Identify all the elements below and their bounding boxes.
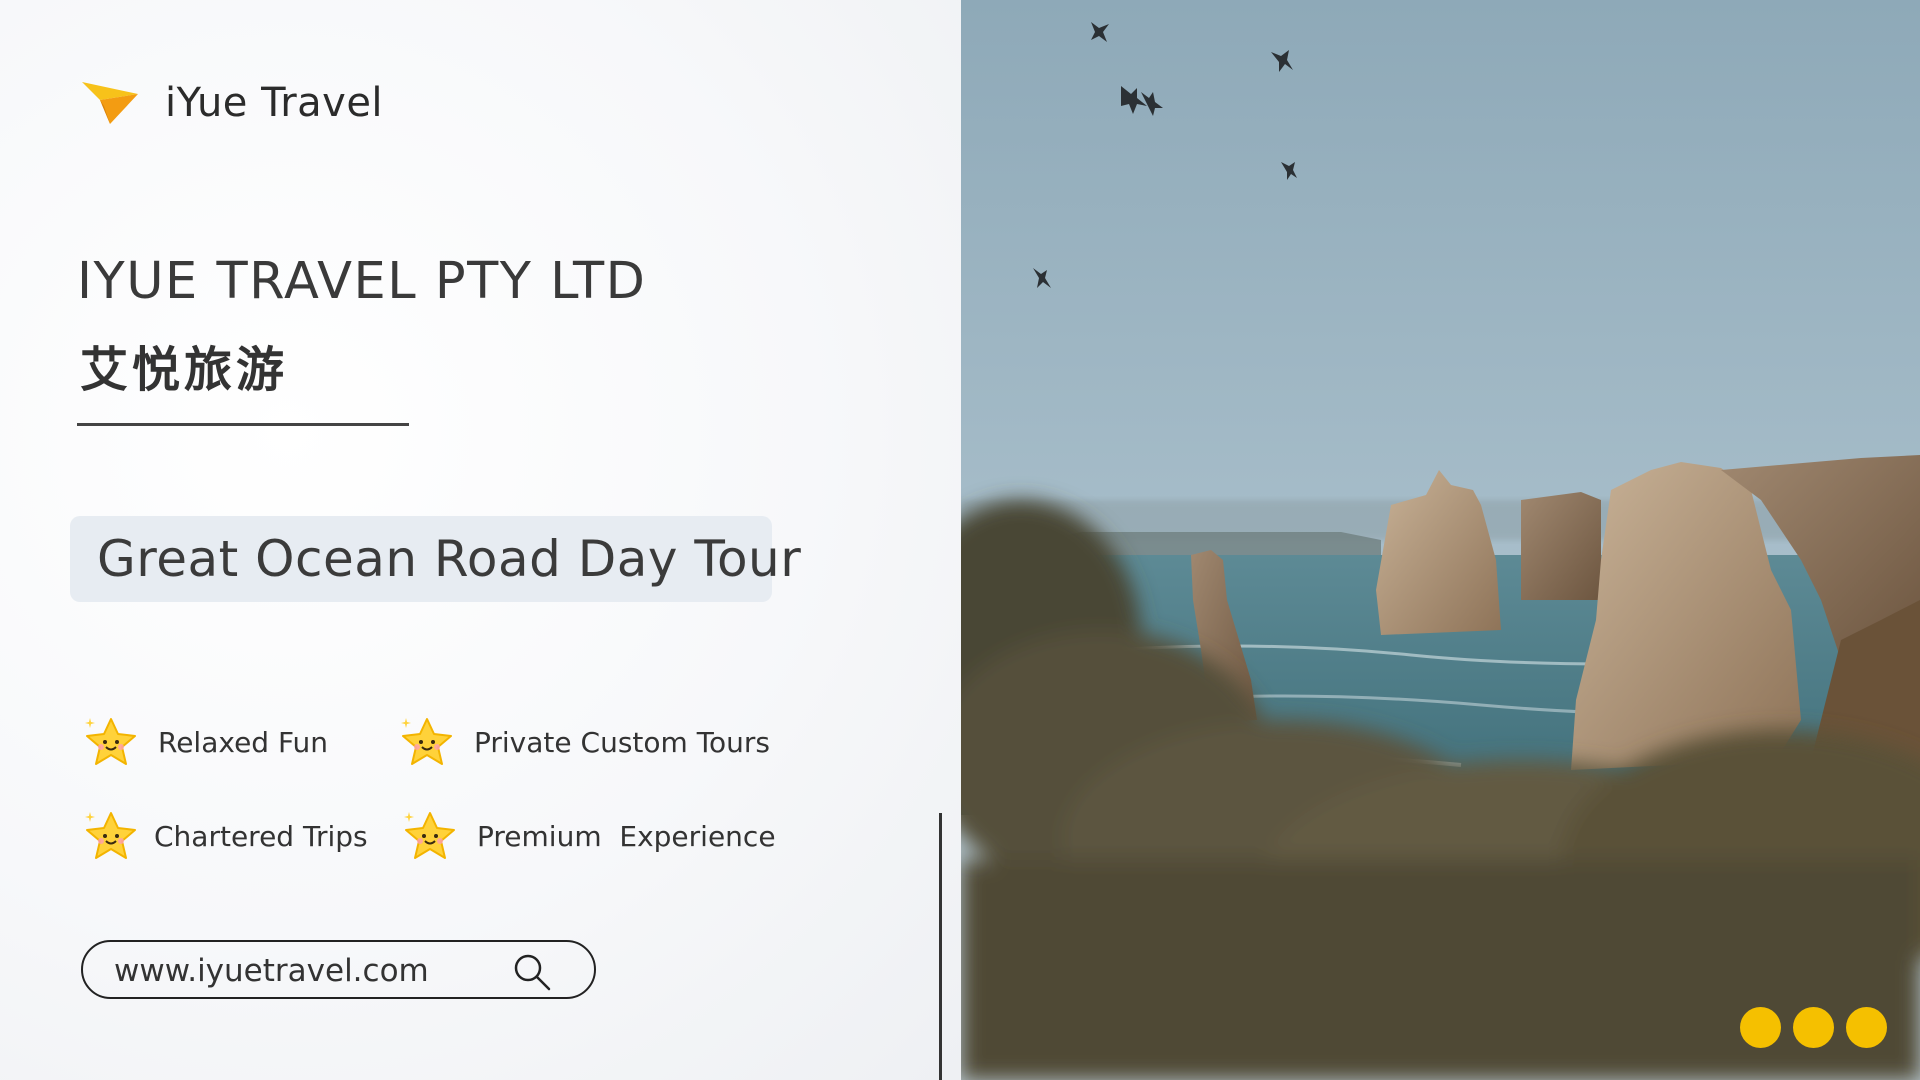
feature-chartered-trips: Chartered Trips <box>82 808 368 864</box>
paper-plane-icon <box>82 82 138 124</box>
carousel-dot[interactable] <box>1846 1007 1887 1048</box>
brand-logo[interactable]: iYue Travel <box>80 80 383 126</box>
feature-label: Relaxed Fun <box>158 725 329 759</box>
decorative-vertical-line <box>939 813 942 1080</box>
left-panel: iYue Travel IYUE TRAVEL PTY LTD 艾悦旅游 Gre… <box>0 0 961 1080</box>
tour-title: Great Ocean Road Day Tour <box>97 530 802 588</box>
smiling-star-icon <box>401 718 452 765</box>
feature-relaxed-fun: Relaxed Fun <box>82 714 328 770</box>
website-url-bar[interactable]: www.iyuetravel.com <box>81 940 596 999</box>
website-url[interactable]: www.iyuetravel.com <box>114 953 429 989</box>
tour-title-banner: Great Ocean Road Day Tour <box>70 516 801 602</box>
brand-name: iYue Travel <box>165 80 384 126</box>
company-name-en: IYUE TRAVEL PTY LTD <box>77 252 647 311</box>
feature-premium-experience: Premium Experience <box>401 808 776 864</box>
smiling-star-icon <box>404 812 455 859</box>
coastal-photo <box>961 0 1920 1080</box>
search-icon[interactable] <box>512 952 552 992</box>
feature-private-custom-tours: Private Custom Tours <box>398 714 770 770</box>
slide: iYue Travel IYUE TRAVEL PTY LTD 艾悦旅游 Gre… <box>0 0 1920 1080</box>
carousel-dot[interactable] <box>1793 1007 1834 1048</box>
feature-label: Premium Experience <box>477 819 776 853</box>
carousel-dot[interactable] <box>1740 1007 1781 1048</box>
feature-label: Chartered Trips <box>154 819 368 853</box>
title-divider <box>77 423 409 426</box>
smiling-star-icon <box>85 812 136 859</box>
company-name-cn: 艾悦旅游 <box>80 342 289 398</box>
smiling-star-icon <box>85 718 136 765</box>
carousel-dots <box>1740 1007 1899 1048</box>
feature-label: Private Custom Tours <box>474 725 771 759</box>
